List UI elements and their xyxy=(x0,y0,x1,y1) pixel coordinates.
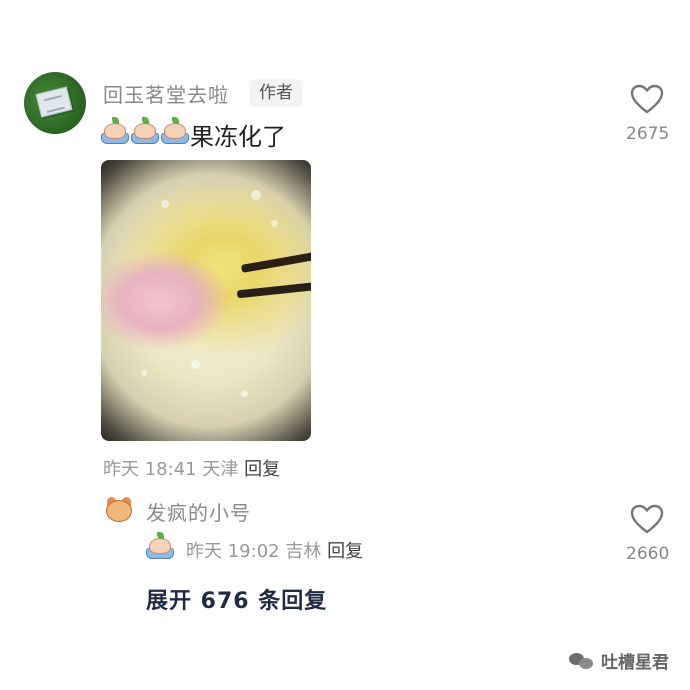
watermark-text: 吐槽星君 xyxy=(601,653,669,673)
avatar-image xyxy=(35,86,73,118)
like-count: 2675 xyxy=(626,124,670,144)
peach-bath-emoji-icon xyxy=(146,532,174,560)
watermark: 吐槽星君 xyxy=(569,648,669,673)
comment-time: 昨天 18:41 xyxy=(103,459,197,480)
reply-time: 昨天 19:02 xyxy=(186,541,280,562)
expand-replies-link[interactable]: 展开 676 条回复 xyxy=(146,583,327,615)
comment-username[interactable]: 回玉茗堂去啦 xyxy=(103,79,229,108)
like-heart-icon[interactable] xyxy=(630,84,664,114)
reply-meta: 昨天 19:02 吉林 回复 xyxy=(186,537,363,563)
reply-avatar[interactable] xyxy=(104,496,134,526)
reply-like-count: 2660 xyxy=(626,544,670,564)
author-badge: 作者 xyxy=(250,79,302,107)
peach-bath-emoji-icon xyxy=(131,117,159,145)
chopstick xyxy=(236,281,311,299)
reply-location: 吉林 xyxy=(285,541,322,562)
comment-photo[interactable] xyxy=(101,160,311,441)
reply-like-heart-icon[interactable] xyxy=(630,504,664,534)
reply-reply-button[interactable]: 回复 xyxy=(327,541,363,562)
comment-meta: 昨天 18:41 天津 回复 xyxy=(103,455,280,481)
wechat-icon xyxy=(569,651,595,671)
reply-button[interactable]: 回复 xyxy=(244,459,280,480)
emoji-row xyxy=(101,117,189,145)
reply-username[interactable]: 发疯的小号 xyxy=(146,497,251,526)
chopstick xyxy=(240,251,311,273)
author-avatar[interactable] xyxy=(24,72,86,134)
comment-location: 天津 xyxy=(202,459,239,480)
comment-text: 果冻化了 xyxy=(190,123,286,151)
peach-bath-emoji-icon xyxy=(161,117,189,145)
peach-bath-emoji-icon xyxy=(101,117,129,145)
